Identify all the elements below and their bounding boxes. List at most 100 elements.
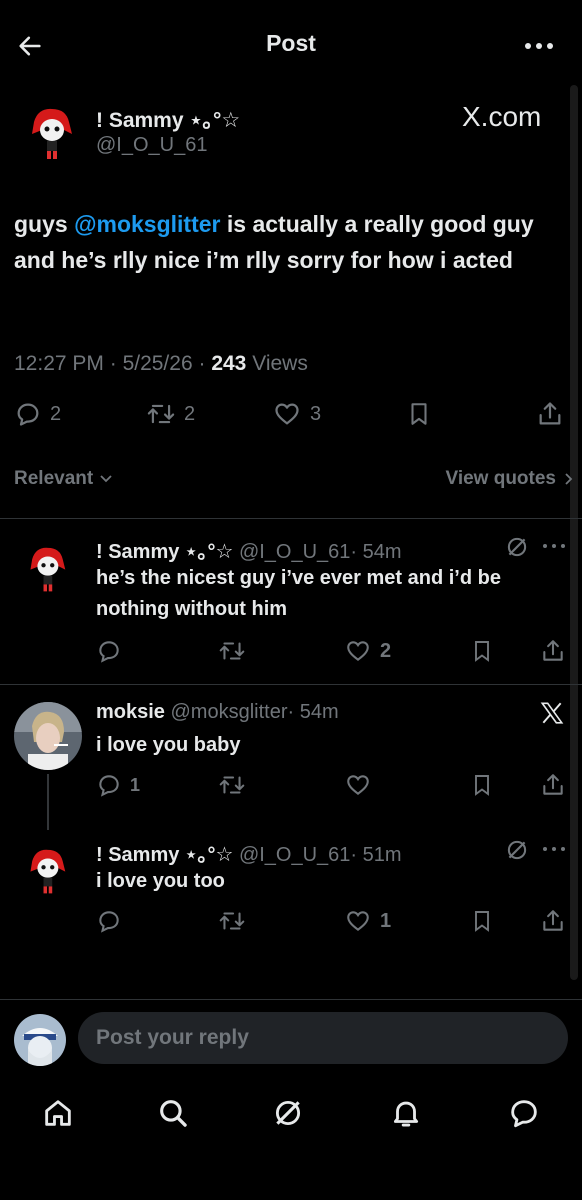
- more-icon[interactable]: [542, 846, 566, 852]
- post-text: guys @moksglitter is actually a really g…: [14, 206, 574, 278]
- bookmark-icon: [475, 641, 489, 662]
- share-icon: [539, 402, 561, 425]
- reply-actions: 1: [96, 908, 566, 936]
- grok-icon[interactable]: [504, 534, 530, 560]
- reply-count: 2: [50, 402, 62, 425]
- more-icon[interactable]: [522, 32, 556, 60]
- repost-button[interactable]: 2: [146, 400, 195, 428]
- reply-time: · 51m: [350, 844, 402, 866]
- like-button[interactable]: 2: [344, 638, 391, 664]
- views-label: Views: [252, 352, 308, 375]
- view-quotes-link[interactable]: View quotes: [445, 468, 574, 490]
- current-user-avatar[interactable]: [14, 1014, 66, 1066]
- like-count: 1: [380, 909, 392, 932]
- reply-button[interactable]: 1: [96, 772, 140, 798]
- post-date: 5/25/26: [122, 352, 193, 375]
- bookmark-button[interactable]: [470, 772, 494, 798]
- grok-icon[interactable]: [270, 1095, 306, 1131]
- reply-text: he’s the nicest guy i’ve ever met and i’…: [96, 567, 501, 620]
- sort-label: Relevant: [14, 468, 94, 489]
- sort-dropdown[interactable]: Relevant: [14, 468, 113, 490]
- grok-icon[interactable]: [504, 837, 530, 863]
- reply-count: 1: [130, 774, 141, 795]
- reply-button[interactable]: [96, 908, 130, 934]
- reply-text: i love you too: [96, 870, 225, 892]
- share-icon: [543, 774, 563, 795]
- post-text-prefix: guys: [14, 211, 75, 237]
- reply-author-handle[interactable]: @moksglitter: [171, 701, 288, 723]
- like-icon: [275, 403, 299, 425]
- reply-button[interactable]: 2: [14, 400, 61, 428]
- messages-icon[interactable]: [506, 1095, 542, 1131]
- reply-input-placeholder: Post your reply: [96, 1026, 249, 1049]
- author-handle[interactable]: @I_O_U_61: [96, 134, 207, 157]
- bookmark-icon: [411, 403, 427, 425]
- like-count: 3: [310, 402, 322, 425]
- reply-time: · 54m: [287, 701, 339, 723]
- bookmark-icon: [475, 911, 489, 932]
- reply-author-handle[interactable]: @I_O_U_61: [239, 541, 350, 563]
- like-button[interactable]: [344, 772, 380, 798]
- repost-icon: [219, 642, 245, 660]
- page-title: Post: [266, 30, 316, 56]
- reply-text: i love you baby: [96, 734, 241, 756]
- avatar[interactable]: [20, 540, 74, 594]
- x-logo-icon: [538, 700, 566, 726]
- views-count: 243: [211, 352, 247, 375]
- repost-button[interactable]: [218, 638, 254, 664]
- reply-icon: [99, 641, 119, 663]
- chevron-right-icon: [565, 473, 573, 485]
- like-icon: [347, 775, 369, 795]
- reply-actions: 2: [96, 638, 566, 666]
- divider: [0, 999, 582, 1000]
- share-icon: [543, 910, 563, 931]
- reply-author-name[interactable]: moksie: [96, 701, 165, 723]
- share-button[interactable]: [536, 400, 564, 428]
- author-name[interactable]: ! Sammy ⋆｡°☆: [96, 104, 240, 134]
- reply-button[interactable]: [96, 638, 130, 664]
- reply-author-name[interactable]: ! Sammy ⋆｡°☆: [96, 844, 233, 866]
- post-time: 12:27 PM: [14, 352, 104, 375]
- reply-icon: [99, 775, 119, 797]
- top-bar: Post: [0, 0, 582, 90]
- notifications-icon[interactable]: [388, 1095, 424, 1131]
- post-meta: 12:27 PM · 5/25/26 · 243 Views: [14, 352, 308, 375]
- bookmark-button[interactable]: [406, 400, 432, 428]
- bottom-nav: [0, 1085, 582, 1145]
- repost-icon: [219, 776, 245, 794]
- like-button[interactable]: 1: [344, 908, 391, 934]
- thread-line: [47, 774, 49, 830]
- repost-button[interactable]: [218, 908, 254, 934]
- post-actions: 2 2 3: [0, 400, 582, 436]
- reply-icon: [17, 403, 39, 426]
- reply-actions: 1: [96, 772, 566, 800]
- bookmark-button[interactable]: [470, 908, 494, 934]
- search-icon[interactable]: [155, 1095, 191, 1131]
- reply-author-handle[interactable]: @I_O_U_61: [239, 844, 350, 866]
- avatar[interactable]: [14, 702, 82, 770]
- like-button[interactable]: 3: [272, 400, 321, 428]
- share-icon: [543, 640, 563, 661]
- bookmark-icon: [475, 775, 489, 796]
- like-icon: [347, 641, 369, 661]
- share-button[interactable]: [540, 772, 566, 798]
- avatar[interactable]: [20, 842, 74, 896]
- share-button[interactable]: [540, 908, 566, 934]
- repost-count: 2: [184, 402, 196, 425]
- reply-header: moksie @moksglitter· 54m: [96, 701, 339, 724]
- avatar[interactable]: [20, 100, 82, 162]
- like-icon: [347, 911, 369, 931]
- chevron-down-icon: [100, 475, 112, 483]
- reply-icon: [99, 911, 119, 933]
- mention-link[interactable]: @moksglitter: [74, 211, 220, 237]
- reply-header: ! Sammy ⋆｡°☆ @I_O_U_61· 54m: [96, 535, 402, 564]
- repost-button[interactable]: [218, 772, 254, 798]
- divider: [0, 684, 582, 685]
- like-count: 2: [380, 639, 392, 662]
- share-button[interactable]: [540, 638, 566, 664]
- reply-author-name[interactable]: ! Sammy ⋆｡°☆: [96, 541, 233, 563]
- more-icon[interactable]: [542, 543, 566, 549]
- home-icon[interactable]: [40, 1095, 76, 1131]
- reply-time: · 54m: [350, 541, 402, 563]
- bookmark-button[interactable]: [470, 638, 494, 664]
